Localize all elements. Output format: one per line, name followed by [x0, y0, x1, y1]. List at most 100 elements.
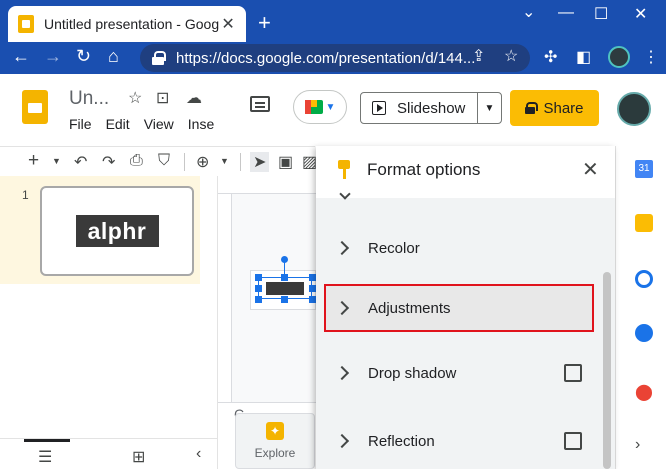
menu-edit[interactable]: Edit — [106, 116, 130, 132]
side-apps-panel: 31 ⬤ › — [615, 146, 666, 469]
tab-close-icon[interactable]: ✕ — [220, 14, 236, 34]
zoom-icon[interactable]: ⊕ — [196, 152, 209, 172]
text-box-icon[interactable]: ▣ — [278, 152, 293, 172]
print-icon[interactable]: ⎙ — [130, 152, 143, 170]
section-recolor[interactable]: Recolor — [316, 220, 602, 276]
reload-icon[interactable]: ↻ — [76, 46, 91, 67]
new-tab-button[interactable]: + — [258, 10, 271, 36]
home-icon[interactable]: ⌂ — [108, 46, 119, 67]
panel-scrollbar[interactable] — [603, 272, 611, 469]
back-arrow-icon[interactable]: ← — [12, 46, 30, 67]
browser-tab[interactable]: Untitled presentation - Google Sl ✕ — [8, 6, 246, 42]
cloud-status-icon[interactable]: ☁ — [186, 88, 202, 108]
format-options-header: Format options ✕ — [316, 146, 615, 198]
explore-label: Explore — [254, 446, 296, 460]
zoom-caret-icon[interactable]: ▼ — [220, 156, 229, 166]
star-icon[interactable]: ☆ — [128, 88, 142, 108]
contacts-icon[interactable] — [635, 324, 653, 342]
document-title[interactable]: Un... — [69, 88, 109, 110]
image-icon[interactable]: ▨ — [302, 152, 317, 172]
section-adjustments[interactable]: Adjustments — [316, 280, 602, 336]
meet-camera-icon — [304, 100, 323, 114]
menu-view[interactable]: View — [144, 116, 174, 132]
side-panel-icon[interactable]: ◧ — [576, 47, 591, 67]
lock-icon[interactable] — [152, 51, 166, 65]
keep-icon[interactable] — [635, 214, 653, 232]
explore-button[interactable]: ✦ Explore — [235, 413, 315, 469]
paint-roller-icon — [338, 160, 350, 180]
tasks-icon[interactable] — [635, 270, 653, 288]
section-label: Recolor — [368, 239, 420, 257]
new-slide-caret-icon[interactable]: ▼ — [52, 156, 61, 166]
meet-button[interactable]: ▼ — [293, 90, 347, 124]
extensions-puzzle-icon[interactable]: ✣ — [544, 47, 557, 67]
tab-search-chevron-icon[interactable]: ⌄ — [522, 2, 535, 22]
close-icon[interactable]: ✕ — [582, 157, 599, 182]
browser-menu-icon[interactable]: ⋮ — [643, 47, 659, 67]
comment-history-icon[interactable] — [250, 96, 270, 112]
chevron-right-icon — [334, 240, 350, 256]
minimize-button[interactable]: — — [558, 4, 574, 22]
resize-handle[interactable] — [255, 285, 262, 292]
share-page-icon[interactable]: ⇪ — [472, 46, 485, 66]
chevron-right-icon — [334, 365, 350, 381]
collapse-chevron-icon[interactable]: ‹ — [196, 445, 201, 463]
forward-arrow-icon[interactable]: → — [44, 46, 62, 67]
section-drop-shadow[interactable]: Drop shadow — [316, 345, 602, 401]
browser-profile-avatar[interactable] — [608, 46, 630, 68]
toolbar-divider — [184, 153, 185, 171]
slideshow-label: Slideshow — [397, 99, 466, 117]
format-options-body: Recolor Adjustments Drop shadow Reflecti… — [316, 188, 615, 469]
share-button[interactable]: Share — [510, 90, 599, 126]
alphr-logo-image: alphr — [75, 215, 159, 247]
slides-header: Un... ☆ ⊡ ☁ File Edit View Inse ▼ Slides… — [0, 74, 666, 146]
filmstrip-slide-row[interactable]: 1 alphr — [0, 176, 200, 284]
toolbar-divider — [240, 153, 241, 171]
grid-view-indicator — [24, 439, 70, 442]
maximize-button[interactable]: ☐ — [594, 4, 608, 24]
section-label: Drop shadow — [368, 364, 457, 382]
paint-format-icon[interactable]: ⛉ — [158, 152, 170, 170]
horizontal-ruler — [218, 176, 316, 194]
slides-favicon-icon — [18, 15, 34, 33]
list-view-icon[interactable]: ☰ — [38, 447, 52, 467]
slideshow-options-caret-icon[interactable]: ▼ — [478, 103, 501, 114]
select-cursor-icon[interactable]: ➤ — [250, 152, 270, 172]
resize-handle[interactable] — [281, 274, 288, 281]
expand-panel-chevron-icon[interactable]: › — [635, 436, 653, 454]
slideshow-button-group: Slideshow ▼ — [360, 92, 502, 124]
url-text: https://docs.google.com/presentation/d/1… — [176, 49, 476, 67]
grid-view-icon[interactable]: ⊞ — [132, 447, 145, 467]
bookmark-star-icon[interactable]: ☆ — [504, 46, 518, 66]
move-folder-icon[interactable]: ⊡ — [156, 88, 169, 108]
reflection-checkbox[interactable] — [564, 432, 582, 450]
calendar-icon[interactable]: 31 — [635, 160, 653, 178]
section-reflection[interactable]: Reflection — [316, 413, 602, 469]
explore-sparkle-icon: ✦ — [266, 422, 284, 440]
drop-shadow-checkbox[interactable] — [564, 364, 582, 382]
slideshow-button[interactable]: Slideshow — [361, 93, 478, 123]
account-avatar[interactable] — [617, 92, 651, 126]
redo-icon[interactable]: ↷ — [102, 152, 115, 172]
chevron-right-icon — [334, 300, 350, 316]
editing-toolbar: + ▼ ↶ ↷ ⎙ ⛉ ⊕ ▼ ➤ ▣ ▨ — [0, 146, 317, 176]
resize-handle[interactable] — [255, 296, 262, 303]
close-window-button[interactable]: ✕ — [634, 4, 647, 24]
resize-handle[interactable] — [309, 285, 316, 292]
new-slide-plus-icon[interactable]: + — [28, 150, 39, 172]
format-options-title: Format options — [367, 160, 481, 179]
menu-insert[interactable]: Inse — [188, 116, 214, 132]
maps-pin-icon[interactable]: ⬤ — [635, 382, 653, 401]
resize-handle[interactable] — [281, 296, 288, 303]
slides-logo-icon[interactable] — [22, 90, 48, 124]
resize-handle[interactable] — [255, 274, 262, 281]
undo-icon[interactable]: ↶ — [74, 152, 87, 172]
share-label: Share — [543, 99, 584, 117]
lock-icon — [525, 102, 539, 114]
slide-thumbnail[interactable]: alphr — [40, 186, 194, 276]
menu-bar: File Edit View Inse — [69, 116, 214, 132]
tab-title: Untitled presentation - Google Sl — [44, 16, 220, 32]
menu-file[interactable]: File — [69, 116, 92, 132]
resize-handle[interactable] — [309, 274, 316, 281]
resize-handle[interactable] — [309, 296, 316, 303]
